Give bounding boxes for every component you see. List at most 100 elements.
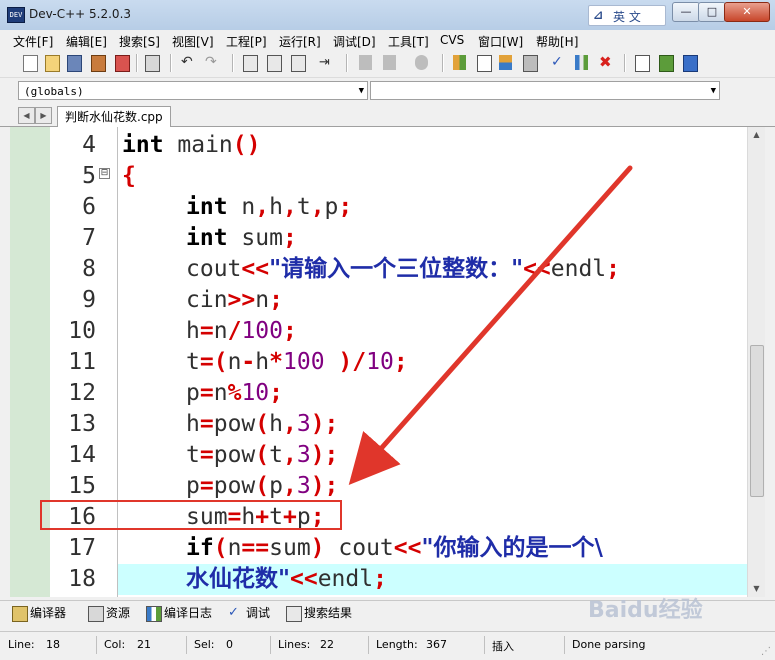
- tab-debug[interactable]: ✓ 调试: [226, 604, 270, 622]
- status-sel-value: 0: [226, 638, 233, 651]
- resize-grip-icon[interactable]: ⋰: [761, 646, 773, 658]
- line-number: 17: [68, 535, 96, 561]
- line-number: 15: [68, 473, 96, 499]
- line-number: 9: [82, 287, 96, 313]
- menu-run[interactable]: 运行[R]: [279, 33, 321, 50]
- find-next-icon[interactable]: [288, 53, 307, 72]
- line-number: 11: [68, 349, 96, 375]
- replace-icon[interactable]: [264, 53, 283, 72]
- new-file-icon[interactable]: [20, 53, 39, 72]
- menu-tools[interactable]: 工具[T]: [388, 33, 429, 50]
- fold-collapse-icon[interactable]: ⊟: [99, 168, 110, 179]
- code-line: cout<<"请输入一个三位整数："<<endl;: [186, 256, 621, 282]
- profile-icon[interactable]: [572, 53, 591, 72]
- add-to-project-icon[interactable]: [656, 53, 675, 72]
- window-title: Dev-C++ 5.2.0.3: [29, 7, 132, 21]
- tab-compiler[interactable]: 编译器: [10, 604, 66, 622]
- resources-icon: [88, 606, 104, 622]
- main-toolbar: ↶ ↷ ⇥ ✓ ✖: [0, 50, 775, 78]
- minimize-button[interactable]: —: [672, 2, 700, 22]
- status-length-value: 367: [426, 638, 447, 651]
- open-file-icon[interactable]: [42, 53, 61, 72]
- status-message: Done parsing: [572, 638, 646, 651]
- goto-line-icon[interactable]: ⇥: [316, 53, 335, 72]
- vertical-scrollbar[interactable]: ▲ ▼: [747, 127, 765, 597]
- chart-icon: [146, 606, 162, 622]
- editor-tab-bar: ◀ ▶ 判断水仙花数.cpp: [0, 104, 775, 127]
- close-button[interactable]: ✕: [724, 2, 770, 22]
- maximize-button[interactable]: □: [698, 2, 726, 22]
- tab-search-results[interactable]: 搜索结果: [284, 604, 352, 622]
- menu-file[interactable]: 文件[F]: [13, 33, 53, 50]
- scroll-down-icon[interactable]: ▼: [748, 581, 765, 597]
- status-lines-label: Lines:: [278, 638, 311, 651]
- ime-indicator[interactable]: ⊿ 英 文: [588, 5, 666, 26]
- project-options-icon[interactable]: [680, 53, 699, 72]
- syntax-check-icon[interactable]: ✓: [548, 53, 567, 72]
- tab-resources[interactable]: 资源: [86, 604, 130, 622]
- scrollbar-thumb[interactable]: [750, 345, 764, 497]
- line-number: 12: [68, 380, 96, 406]
- tab-scroll-left-icon[interactable]: ◀: [18, 107, 35, 124]
- status-col-label: Col:: [104, 638, 126, 651]
- find-icon[interactable]: [240, 53, 259, 72]
- close-file-icon[interactable]: [112, 53, 131, 72]
- menu-window[interactable]: 窗口[W]: [478, 33, 523, 50]
- search-icon: [286, 606, 302, 622]
- line-number: 7: [82, 225, 96, 251]
- tab-compile-log[interactable]: 编译日志: [144, 604, 212, 622]
- save-all-icon[interactable]: [88, 53, 107, 72]
- line-number: 13: [68, 411, 96, 437]
- tab-label: 编译日志: [164, 606, 213, 620]
- toggle-bookmark-icon[interactable]: [412, 53, 431, 72]
- highlight-box-annotation: [40, 500, 342, 530]
- forward-icon[interactable]: [380, 53, 399, 72]
- tab-label: 资源: [106, 606, 131, 620]
- menu-debug[interactable]: 调试[D]: [333, 33, 376, 50]
- print-icon[interactable]: [142, 53, 161, 72]
- menu-search[interactable]: 搜索[S]: [119, 33, 160, 50]
- back-icon[interactable]: [356, 53, 375, 72]
- line-number: 10: [68, 318, 96, 344]
- line-number: 5: [82, 163, 96, 189]
- code-line: h=n/100;: [186, 318, 297, 344]
- code-line: t=pow(t,3);: [186, 442, 339, 468]
- scroll-up-icon[interactable]: ▲: [748, 127, 765, 143]
- chevron-down-icon: ▼: [358, 86, 364, 96]
- menu-project[interactable]: 工程[P]: [226, 33, 267, 50]
- tab-active-file[interactable]: 判断水仙花数.cpp: [57, 106, 171, 127]
- run-icon[interactable]: [474, 53, 493, 72]
- line-number: 8: [82, 256, 96, 282]
- status-sel-label: Sel:: [194, 638, 215, 651]
- compile-run-icon[interactable]: [496, 53, 515, 72]
- redo-icon[interactable]: ↷: [202, 53, 221, 72]
- new-project-icon[interactable]: [632, 53, 651, 72]
- member-scope-combo[interactable]: ▼: [370, 81, 720, 100]
- rebuild-all-icon[interactable]: [520, 53, 539, 72]
- tab-label: 调试: [246, 606, 271, 620]
- code-line: 水仙花数"<<endl;: [186, 566, 387, 592]
- ime-logo-icon: ⊿: [593, 8, 604, 22]
- tab-scroll-right-icon[interactable]: ▶: [35, 107, 52, 124]
- menu-help[interactable]: 帮助[H]: [536, 33, 578, 50]
- compile-icon[interactable]: [450, 53, 469, 72]
- watermark-logo: Baidu经验: [588, 598, 703, 623]
- stop-execution-icon[interactable]: ✖: [596, 53, 615, 72]
- save-icon[interactable]: [64, 53, 83, 72]
- class-scope-combo[interactable]: (globals) ▼: [18, 81, 368, 100]
- tab-label: 编译器: [30, 606, 67, 620]
- menu-cvs[interactable]: CVS: [440, 33, 464, 47]
- menu-view[interactable]: 视图[V]: [172, 33, 214, 50]
- status-lines-value: 22: [320, 638, 334, 651]
- status-line-label: Line:: [8, 638, 35, 651]
- code-line: cin>>n;: [186, 287, 283, 313]
- check-icon: ✓: [228, 605, 239, 620]
- menu-edit[interactable]: 编辑[E]: [66, 33, 107, 50]
- status-length-label: Length:: [376, 638, 418, 651]
- undo-icon[interactable]: ↶: [178, 53, 197, 72]
- code-line: int sum;: [186, 225, 297, 251]
- status-insert-mode: 插入: [492, 640, 514, 653]
- code-line: int n,h,t,p;: [186, 194, 353, 220]
- code-line: p=n%10;: [186, 380, 283, 406]
- scope-bar: (globals) ▼ ▼: [0, 78, 775, 104]
